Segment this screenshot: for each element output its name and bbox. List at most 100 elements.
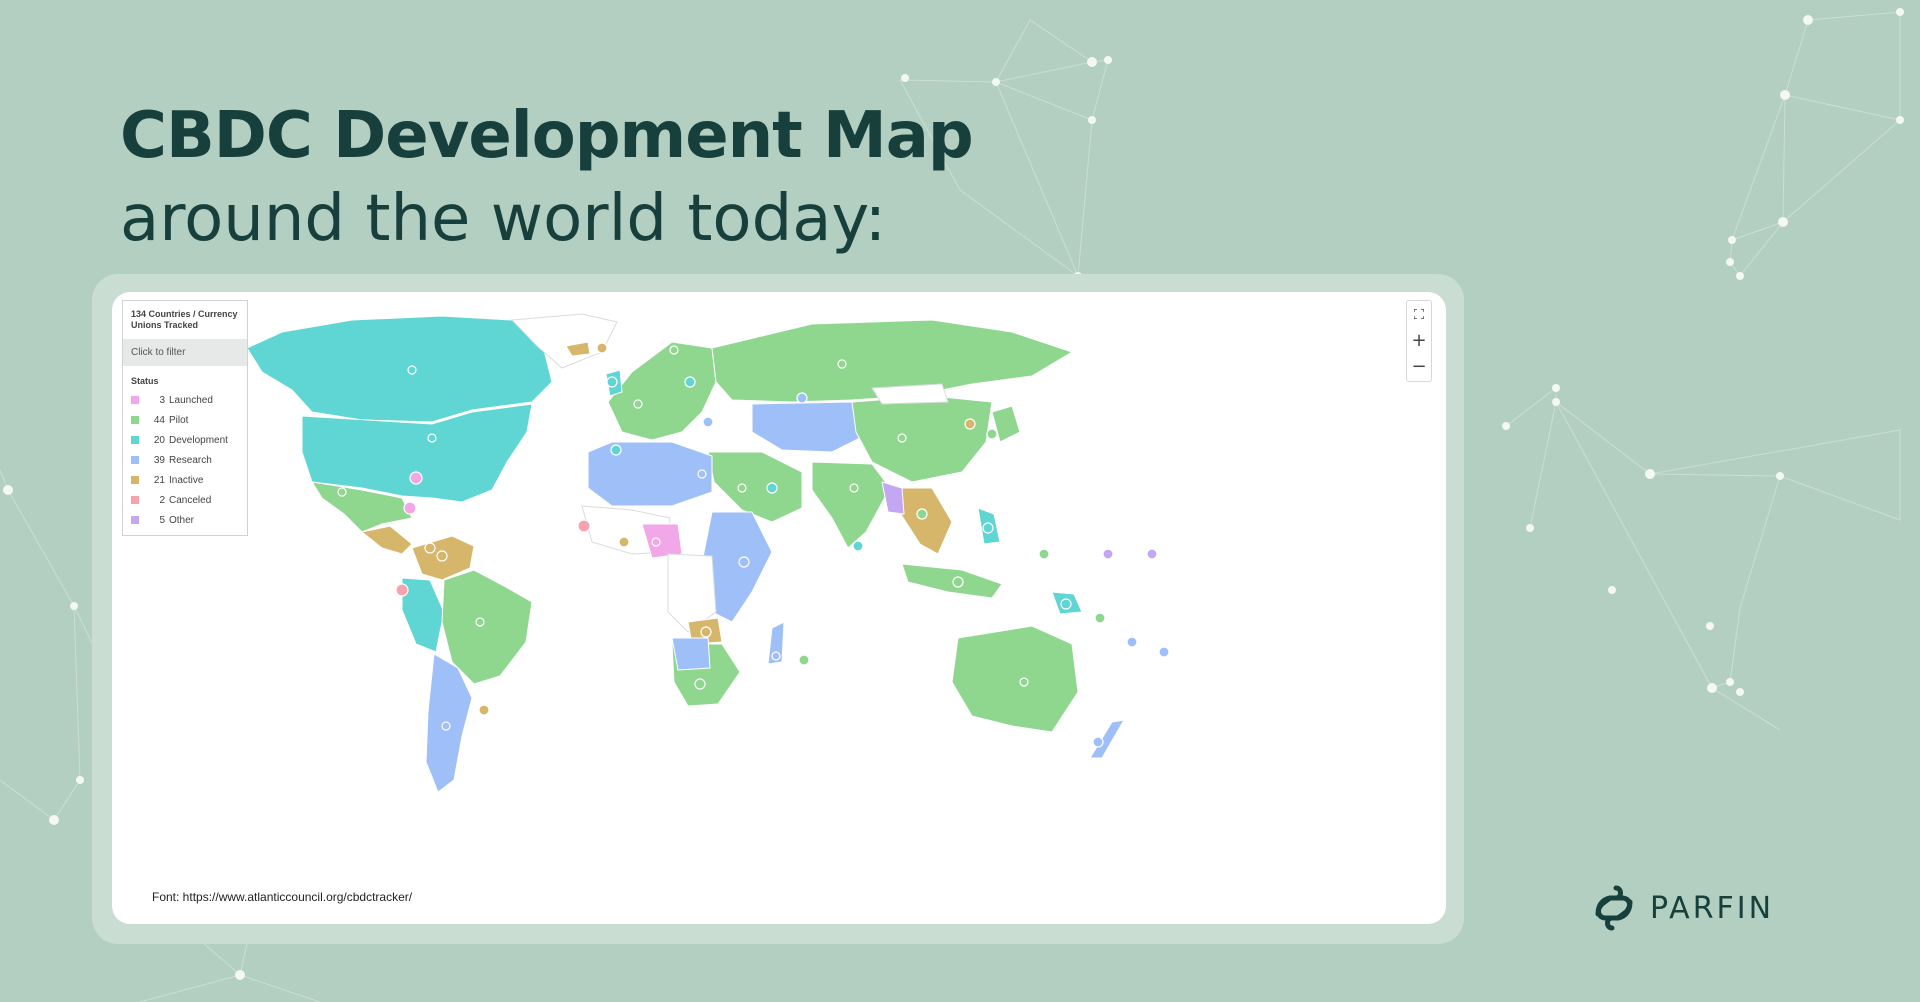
marker-china [897, 433, 907, 443]
legend-swatch [131, 476, 139, 484]
region-myanmar [881, 481, 905, 515]
marker-zambia [700, 626, 712, 638]
marker-jamaica [403, 501, 417, 515]
marker-philippines [982, 522, 994, 534]
legend-count: 3 [159, 394, 165, 406]
page-title: CBDC Development Map [120, 99, 974, 173]
marker-indonesia [952, 576, 964, 588]
marker-japan [986, 428, 998, 440]
legend-label: Inactive [169, 474, 204, 486]
map-controls: + − [1406, 300, 1432, 382]
world-map[interactable] [112, 292, 1446, 924]
source-caption: Font: https://www.atlanticcouncil.org/cb… [152, 890, 413, 904]
legend-label: Other [169, 514, 195, 526]
legend-items: 3 Launched 44 Pilot 20 Development 39 Research 2… [123, 390, 247, 530]
marker-kiribati [1146, 548, 1158, 560]
legend-item-research[interactable]: 39 Research [123, 450, 247, 470]
legend-swatch [131, 416, 139, 424]
marker-canada [407, 365, 417, 375]
marker-south-africa [694, 678, 706, 690]
marker-marshall-islands [1102, 548, 1114, 560]
zoom-in-button[interactable]: + [1407, 327, 1431, 353]
marker-nigeria [651, 537, 661, 547]
marker-saudi-arabia [737, 483, 747, 493]
legend-item-pilot[interactable]: 44 Pilot [123, 410, 247, 430]
marker-fiji [1158, 646, 1170, 658]
marker-colombia [424, 542, 436, 554]
region-europe [607, 341, 717, 441]
legend-item-development[interactable]: 20 Development [123, 430, 247, 450]
parfin-logo-icon [1595, 885, 1633, 931]
marker-egypt [697, 469, 707, 479]
region-india [811, 461, 891, 549]
legend-header: 134 Countries / Currency Unions Tracked [131, 309, 238, 330]
marker-sri-lanka [852, 540, 864, 552]
region-indonesia [901, 563, 1003, 599]
marker-new-zealand [1092, 736, 1104, 748]
fullscreen-button[interactable] [1407, 301, 1431, 327]
marker-argentina [441, 721, 451, 731]
legend-count: 20 [153, 434, 165, 446]
region-canada-alaska [246, 315, 553, 423]
legend-panel: 134 Countries / Currency Unions Tracked … [122, 300, 248, 536]
legend-status-label: Status [131, 376, 159, 386]
marker-senegal [577, 519, 591, 533]
marker-thailand [916, 508, 928, 520]
marker-korea [964, 418, 976, 430]
marker-ghana [618, 536, 630, 548]
region-australia [951, 625, 1079, 733]
page-subtitle: around the world today: [120, 182, 887, 256]
legend-item-canceled[interactable]: 2 Canceled [123, 490, 247, 510]
legend-label: Launched [169, 394, 213, 406]
legend-item-other[interactable]: 5 Other [123, 510, 247, 530]
marker-india [849, 483, 859, 493]
legend-swatch [131, 456, 139, 464]
marker-iceland [596, 342, 608, 354]
marker-png [1060, 598, 1072, 610]
zoom-out-button[interactable]: − [1407, 353, 1431, 379]
marker-uae [766, 482, 778, 494]
legend-count: 21 [153, 474, 165, 486]
brand-logo: PARFIN [1592, 884, 1774, 932]
legend-item-inactive[interactable]: 21 Inactive [123, 470, 247, 490]
marker-uk [606, 376, 618, 388]
legend-swatch [131, 516, 139, 524]
legend-label: Research [169, 454, 212, 466]
legend-item-launched[interactable]: 3 Launched [123, 390, 247, 410]
marker-vanuatu [1126, 636, 1138, 648]
legend-count: 5 [159, 514, 165, 526]
legend-label: Pilot [169, 414, 189, 426]
marker-brazil [475, 617, 485, 627]
region-mongolia [871, 383, 949, 405]
marker-australia [1019, 677, 1029, 687]
marker-morocco [610, 444, 622, 456]
marker-uruguay [478, 704, 490, 716]
marker-france [633, 399, 643, 409]
legend-count: 39 [153, 454, 165, 466]
legend-count: 44 [153, 414, 165, 426]
region-north-africa [587, 441, 713, 507]
marker-russia [837, 359, 847, 369]
marker-solomon [1094, 612, 1106, 624]
legend-count: 2 [159, 494, 165, 506]
marker-ecuador [395, 583, 409, 597]
marker-usa [427, 433, 437, 443]
region-central-america [360, 525, 413, 555]
legend-filter[interactable]: Click to filter [123, 339, 247, 366]
brand-name: PARFIN [1650, 890, 1775, 926]
fullscreen-icon [1414, 309, 1424, 319]
marker-kenya [738, 556, 750, 568]
marker-venezuela [436, 550, 448, 562]
marker-madagascar [771, 651, 781, 661]
marker-palau [1038, 548, 1050, 560]
legend-label: Development [169, 434, 228, 446]
region-namibia-botswana [671, 637, 711, 671]
marker-sweden [669, 345, 679, 355]
legend-label: Canceled [169, 494, 212, 506]
legend-swatch [131, 436, 139, 444]
map-card: 134 Countries / Currency Unions Tracked … [112, 292, 1446, 924]
marker-turkey [702, 416, 714, 428]
headline: CBDC Development Map around the world to… [120, 96, 974, 262]
marker-mexico [337, 487, 347, 497]
marker-mauritius [798, 654, 810, 666]
